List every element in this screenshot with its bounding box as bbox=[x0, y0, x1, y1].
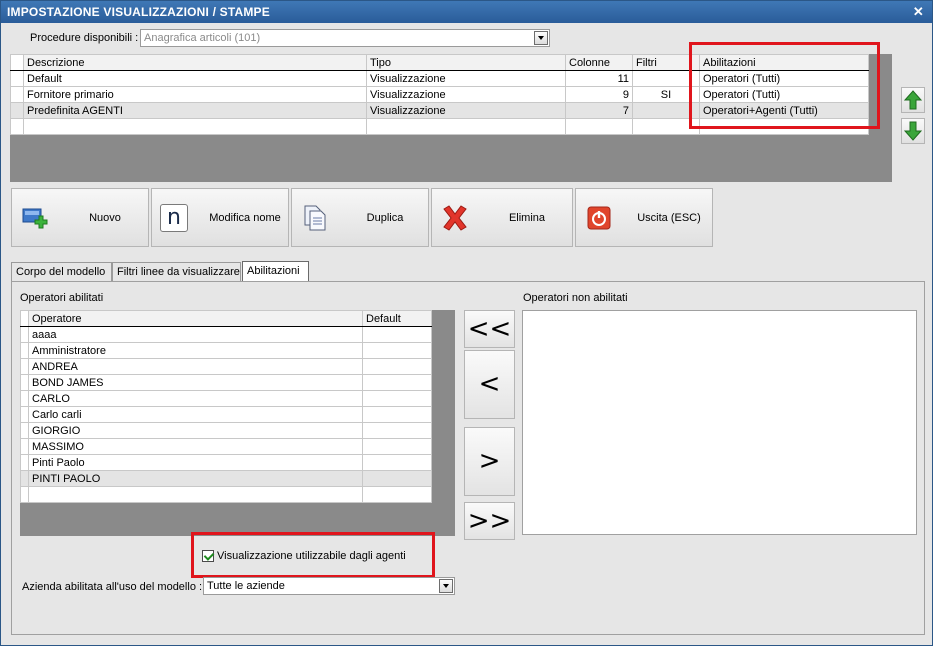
operator-name: PINTI PAOLO bbox=[28, 470, 363, 487]
list-item[interactable]: BOND JAMES bbox=[20, 374, 432, 391]
rename-icon: n bbox=[160, 203, 188, 232]
operator-name: aaaa bbox=[28, 326, 363, 343]
move-up-button[interactable] bbox=[901, 87, 925, 113]
cell-colonne: 7 bbox=[565, 102, 633, 119]
list-item[interactable]: GIORGIO bbox=[20, 422, 432, 439]
duplica-button[interactable]: Duplica bbox=[291, 188, 429, 247]
list-item-empty[interactable] bbox=[20, 486, 432, 503]
list-item[interactable]: ANDREA bbox=[20, 358, 432, 375]
tab-filtri-linee-label: Filtri linee da visualizzare bbox=[117, 266, 240, 278]
tab-corpo-modello-label: Corpo del modello bbox=[16, 266, 106, 278]
col-tipo[interactable]: Tipo bbox=[366, 54, 566, 71]
col-default[interactable]: Default bbox=[362, 310, 432, 327]
cell-descrizione: Predefinita AGENTI bbox=[23, 102, 367, 119]
tab-corpo-modello[interactable]: Corpo del modello bbox=[11, 262, 112, 281]
agents-checkbox[interactable] bbox=[202, 550, 214, 562]
disabled-operators-list[interactable] bbox=[522, 310, 917, 535]
highlight-abilitazioni-column bbox=[689, 42, 880, 129]
nuovo-button[interactable]: Nuovo bbox=[11, 188, 149, 247]
delete-x-icon bbox=[443, 204, 467, 231]
duplica-label: Duplica bbox=[366, 211, 404, 224]
tab-abilitazioni[interactable]: Abilitazioni bbox=[242, 261, 309, 282]
power-icon bbox=[587, 206, 611, 229]
elimina-label: Elimina bbox=[508, 211, 546, 224]
tab-filtri-linee[interactable]: Filtri linee da visualizzare bbox=[112, 262, 241, 281]
cell-tipo: Visualizzazione bbox=[366, 70, 566, 87]
operator-name: MASSIMO bbox=[28, 438, 363, 455]
new-item-icon bbox=[22, 208, 48, 228]
operator-name: Carlo carli bbox=[28, 406, 363, 423]
operators-header-row: Operatore Default bbox=[20, 310, 432, 327]
col-colonne[interactable]: Colonne bbox=[565, 54, 633, 71]
uscita-button[interactable]: Uscita (ESC) bbox=[575, 188, 713, 247]
operator-name: ANDREA bbox=[28, 358, 363, 375]
enabled-operators-label: Operatori abilitati bbox=[20, 292, 104, 304]
procedure-value: Anagrafica articoli (101) bbox=[144, 32, 261, 44]
duplicate-icon bbox=[304, 205, 326, 230]
nuovo-label: Nuovo bbox=[89, 211, 121, 224]
procedure-label: Procedure disponibili : bbox=[30, 32, 139, 44]
cell-descrizione: Default bbox=[23, 70, 367, 87]
move-all-right-button[interactable]: >> bbox=[464, 502, 515, 540]
move-down-button[interactable] bbox=[901, 118, 925, 144]
move-left-button[interactable]: < bbox=[464, 350, 515, 419]
chevron-down-icon[interactable] bbox=[534, 31, 548, 45]
elimina-button[interactable]: Elimina bbox=[431, 188, 573, 247]
dialog-window: IMPOSTAZIONE VISUALIZZAZIONI / STAMPE ✕ … bbox=[0, 0, 933, 646]
close-icon[interactable]: ✕ bbox=[913, 1, 924, 23]
tab-abilitazioni-label: Abilitazioni bbox=[247, 265, 300, 277]
disabled-operators-label: Operatori non abilitati bbox=[523, 292, 628, 304]
cell-tipo: Visualizzazione bbox=[366, 86, 566, 103]
list-item[interactable]: CARLO bbox=[20, 390, 432, 407]
operators-table: Operatore Default aaaa Amministratore AN… bbox=[20, 310, 432, 503]
list-item[interactable]: Pinti Paolo bbox=[20, 454, 432, 471]
cell-tipo: Visualizzazione bbox=[366, 102, 566, 119]
procedure-select[interactable]: Anagrafica articoli (101) bbox=[140, 29, 550, 47]
agents-checkbox-label: Visualizzazione utilizzabile dagli agent… bbox=[217, 550, 406, 562]
list-item[interactable]: MASSIMO bbox=[20, 438, 432, 455]
cell-descrizione: Fornitore primario bbox=[23, 86, 367, 103]
list-item[interactable]: Amministratore bbox=[20, 342, 432, 359]
modifica-nome-label: Modifica nome bbox=[209, 211, 281, 224]
arrow-down-icon bbox=[903, 121, 923, 141]
move-right-button[interactable]: > bbox=[464, 427, 515, 496]
cell-colonne: 11 bbox=[565, 70, 633, 87]
window-title: IMPOSTAZIONE VISUALIZZAZIONI / STAMPE bbox=[7, 5, 270, 19]
list-item[interactable]: Carlo carli bbox=[20, 406, 432, 423]
operator-name: GIORGIO bbox=[28, 422, 363, 439]
operator-name: Pinti Paolo bbox=[28, 454, 363, 471]
title-bar: IMPOSTAZIONE VISUALIZZAZIONI / STAMPE ✕ bbox=[1, 1, 932, 23]
azienda-select[interactable]: Tutte le aziende bbox=[203, 577, 455, 595]
modifica-nome-button[interactable]: n Modifica nome bbox=[151, 188, 289, 247]
operator-name: CARLO bbox=[28, 390, 363, 407]
col-descrizione[interactable]: Descrizione bbox=[23, 54, 367, 71]
cell-colonne: 9 bbox=[565, 86, 633, 103]
list-item[interactable]: PINTI PAOLO bbox=[20, 470, 432, 487]
uscita-label: Uscita (ESC) bbox=[637, 211, 701, 224]
operator-name: Amministratore bbox=[28, 342, 363, 359]
chevron-down-icon[interactable] bbox=[439, 579, 453, 593]
list-item[interactable]: aaaa bbox=[20, 326, 432, 343]
col-operatore[interactable]: Operatore bbox=[28, 310, 363, 327]
move-all-left-button[interactable]: << bbox=[464, 310, 515, 348]
arrow-up-icon bbox=[903, 90, 923, 110]
operator-name: BOND JAMES bbox=[28, 374, 363, 391]
azienda-value: Tutte le aziende bbox=[207, 580, 285, 592]
azienda-label: Azienda abilitata all'uso del modello : bbox=[22, 581, 203, 593]
